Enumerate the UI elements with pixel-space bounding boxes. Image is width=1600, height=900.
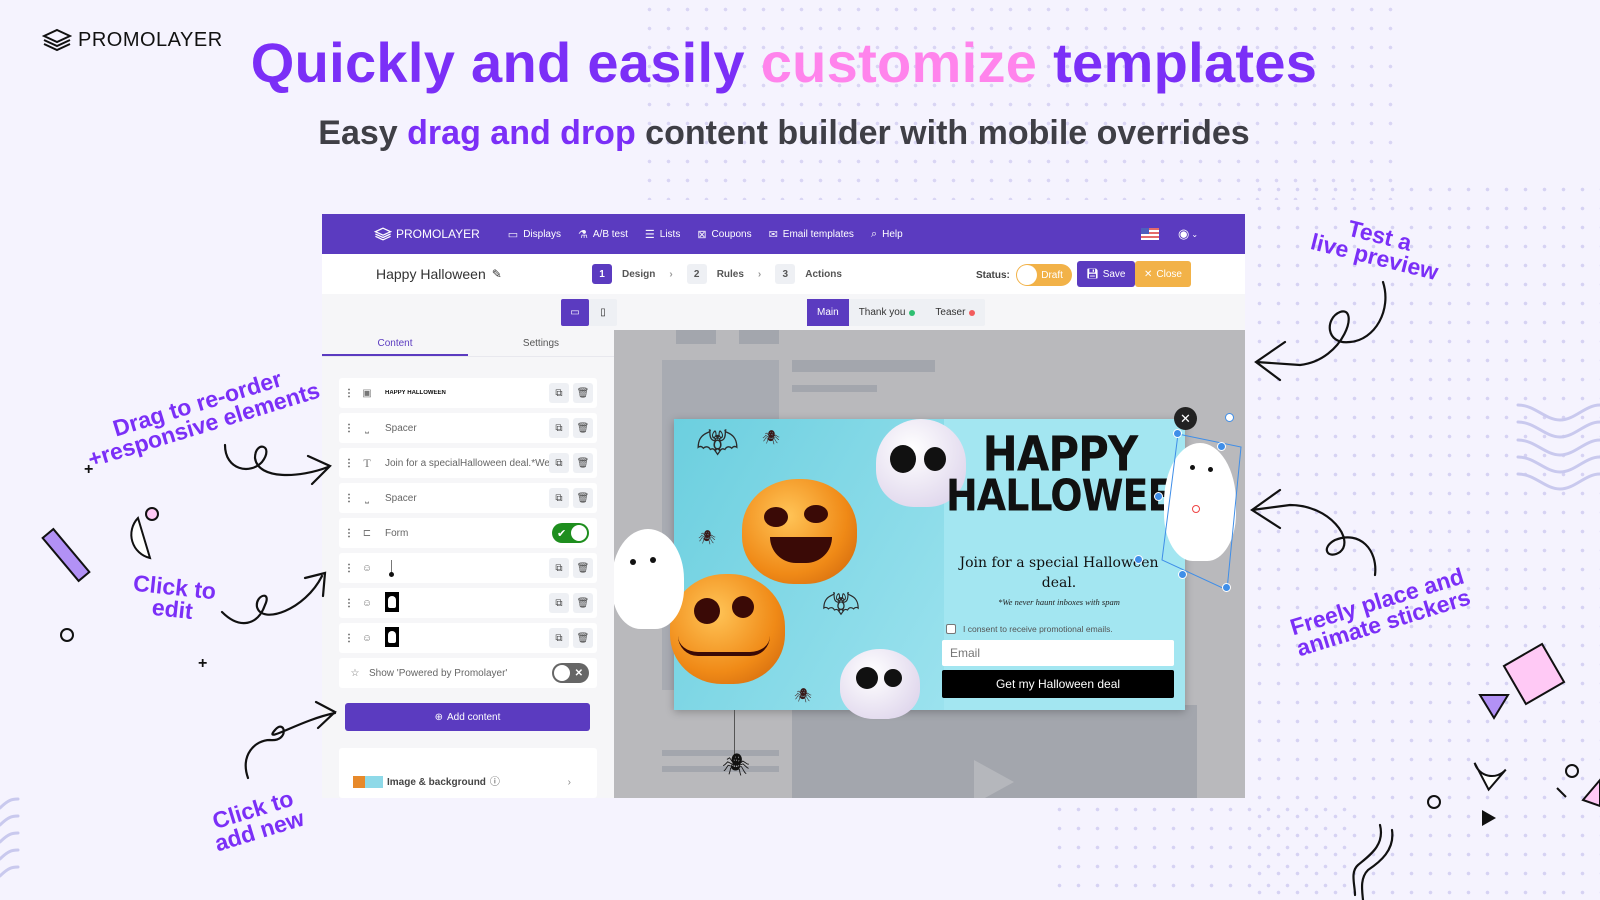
dash-shape: [1556, 787, 1567, 798]
circle-shape: [1427, 795, 1441, 809]
arrow-add: [244, 700, 337, 780]
doodle-layer: + +: [0, 280, 1600, 900]
arrow-preview: [1254, 280, 1387, 382]
half-circle-shape: [1473, 762, 1507, 792]
circle-shape: [60, 628, 74, 642]
pink-square-shape: [1502, 642, 1566, 706]
arrow-edit: [220, 571, 327, 625]
wave-lines: [0, 797, 20, 878]
half-circle-shape: [130, 516, 152, 560]
wave-lines: [1516, 403, 1600, 491]
arrow-drag: [223, 443, 332, 486]
pink-circle-shape: [145, 507, 159, 521]
squiggle: [1352, 823, 1394, 900]
pink-wedge-shape: [1581, 778, 1600, 808]
purple-triangle-shape: [1478, 694, 1510, 720]
arrow-stickers: [1250, 488, 1377, 577]
black-triangle-shape: [1482, 810, 1496, 826]
plus-shape: +: [198, 655, 207, 672]
circle-shape: [1565, 764, 1579, 778]
plus-shape: +: [84, 461, 93, 478]
purple-bar-shape: [41, 527, 91, 583]
